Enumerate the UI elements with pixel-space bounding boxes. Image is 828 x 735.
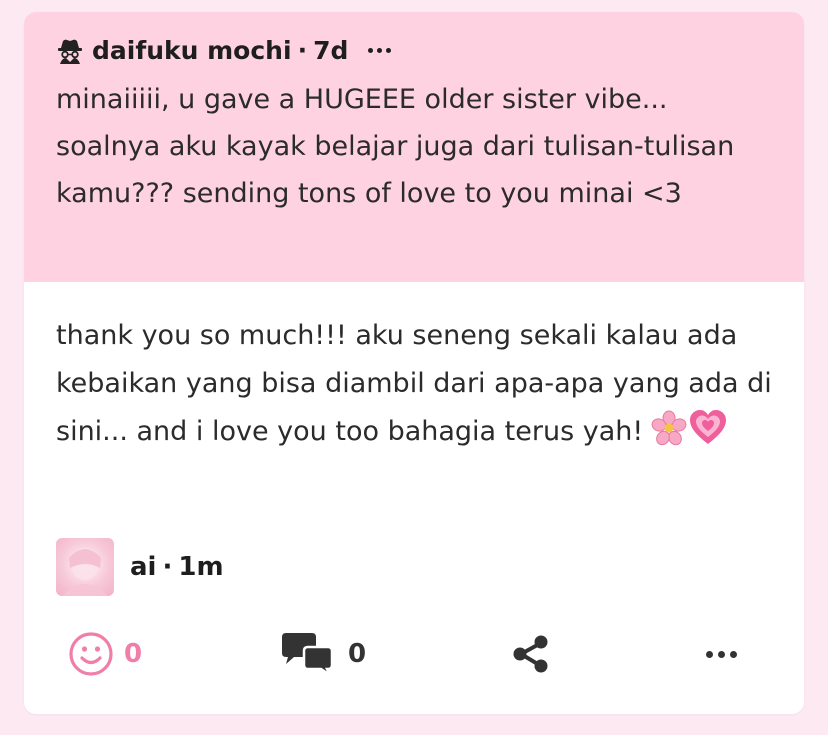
- question-text: minaiiiii, u gave a HUGEEE older sister …: [56, 84, 735, 209]
- answerer-name[interactable]: ai: [130, 552, 156, 582]
- reactions-count: 0: [124, 639, 143, 669]
- question-header: daifuku mochi · 7d: [56, 34, 772, 66]
- avatar[interactable]: [56, 538, 114, 596]
- answer-card: daifuku mochi · 7d minaiiiii, u gave a H…: [24, 12, 804, 714]
- smile-icon: [69, 632, 113, 676]
- anonymous-spy-icon: [58, 39, 82, 64]
- answer-text-block: thank you so much!!! aku seneng sekali k…: [24, 282, 804, 456]
- growing-heart-icon: [690, 410, 727, 444]
- react-button[interactable]: 0: [68, 626, 142, 682]
- answer-time: 1m: [178, 552, 224, 582]
- more-horizontal-icon[interactable]: [364, 44, 395, 57]
- question-author[interactable]: daifuku mochi: [92, 36, 292, 65]
- comments-icon: [282, 633, 334, 677]
- comments-button[interactable]: 0: [278, 626, 366, 682]
- separator-dot: ·: [162, 552, 173, 582]
- share-button[interactable]: [508, 626, 554, 682]
- question-time: 7d: [313, 35, 349, 65]
- comments-count: 0: [348, 639, 367, 669]
- more-horizontal-icon: [696, 641, 747, 668]
- answerer-row: ai · 1m: [56, 538, 224, 596]
- share-icon: [513, 635, 548, 673]
- question-block: daifuku mochi · 7d minaiiiii, u gave a H…: [24, 12, 804, 282]
- separator-dot: ·: [297, 35, 308, 65]
- action-bar: 0 0: [24, 626, 804, 686]
- cherry-blossom-icon: [651, 410, 687, 446]
- more-options-button[interactable]: [696, 626, 747, 682]
